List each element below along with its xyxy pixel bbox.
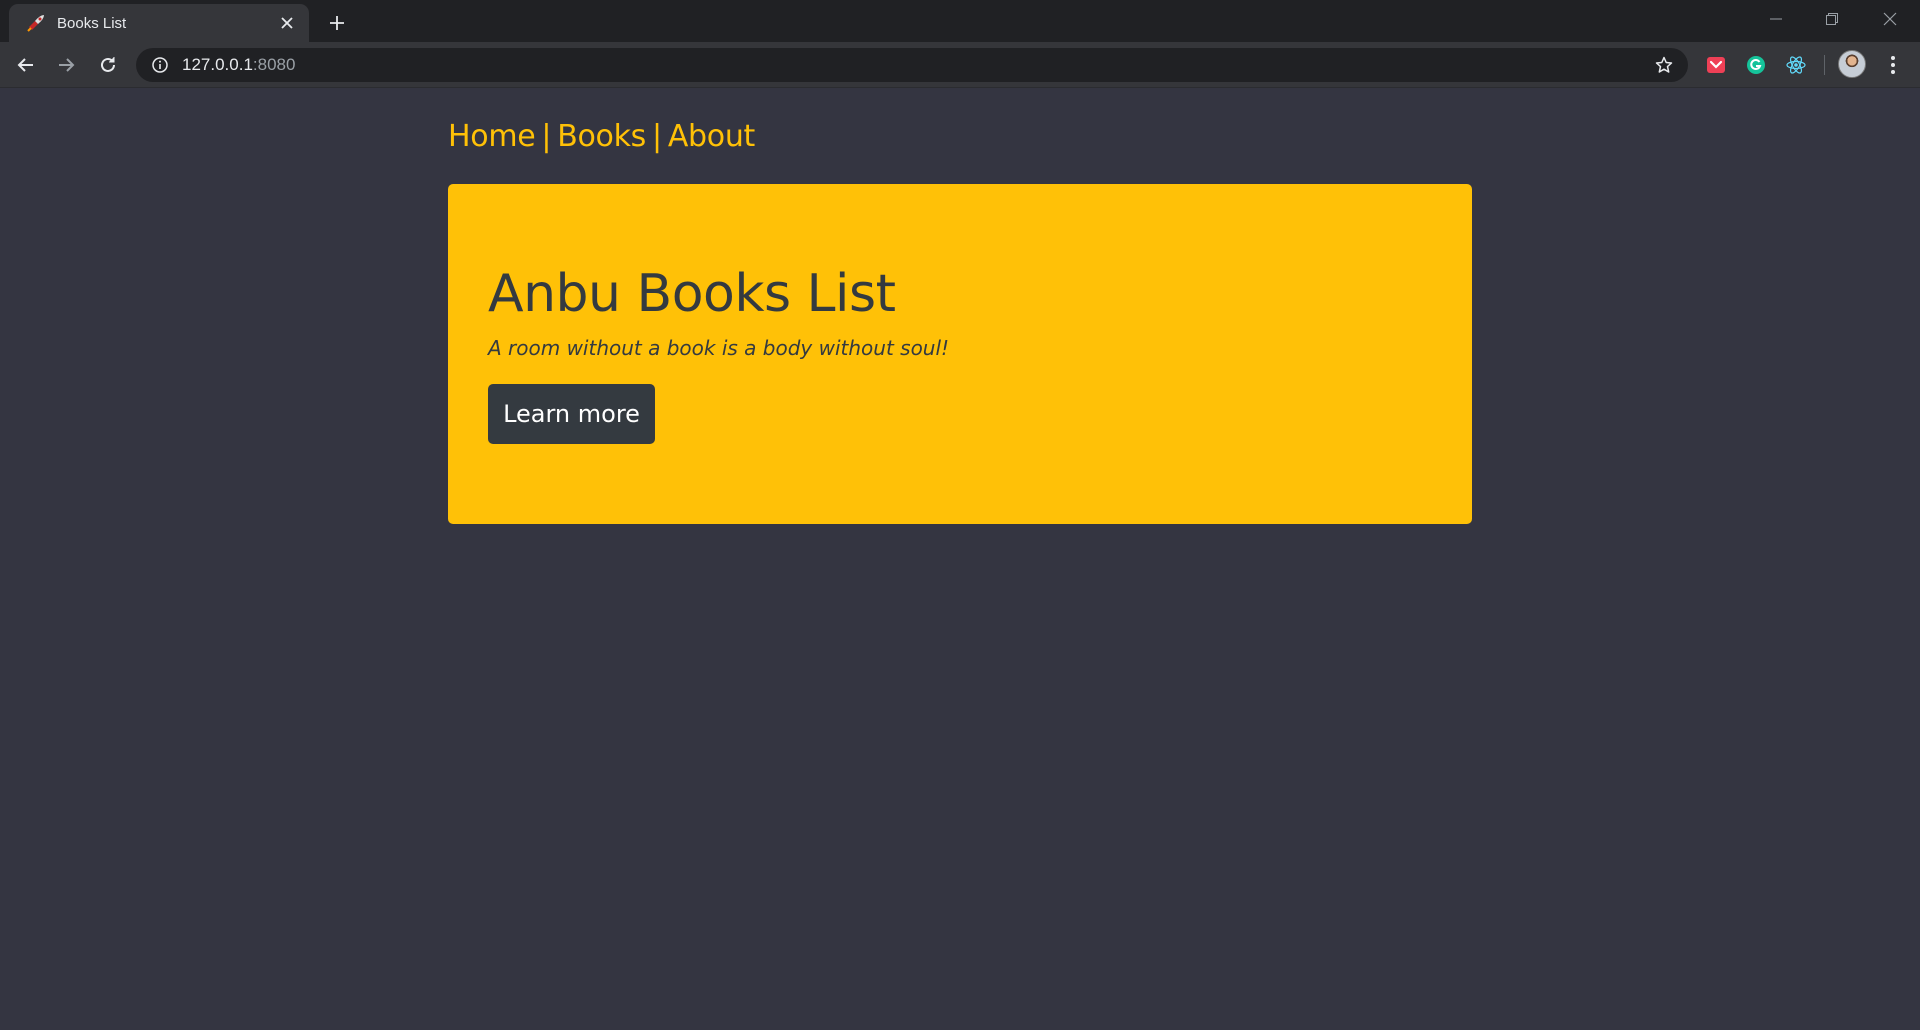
main-nav: Home | Books | About <box>448 119 755 154</box>
browser-tabstrip: Books List <box>0 0 1920 42</box>
nav-separator: | <box>652 119 662 154</box>
window-close-icon <box>1883 12 1897 26</box>
url-text[interactable]: 127.0.0.1:8080 <box>182 55 1650 75</box>
minimize-icon <box>1770 18 1782 20</box>
back-button[interactable] <box>10 49 42 81</box>
window-close-button[interactable] <box>1862 0 1918 38</box>
star-icon[interactable] <box>1650 51 1678 79</box>
url-port: :8080 <box>252 55 296 74</box>
restore-icon <box>1826 13 1838 25</box>
kebab-menu-icon <box>1891 56 1895 74</box>
arrow-right-icon <box>59 58 75 72</box>
nav-books-link[interactable]: Books <box>557 119 646 154</box>
plus-icon <box>330 16 344 30</box>
nav-about-link[interactable]: About <box>668 119 756 154</box>
reload-icon <box>101 57 115 72</box>
browser-toolbar: 127.0.0.1:8080 <box>0 42 1920 88</box>
hero-subtitle: A room without a book is a body without … <box>488 336 950 360</box>
address-bar[interactable]: 127.0.0.1:8080 <box>136 48 1688 82</box>
arrow-left-icon <box>17 58 33 72</box>
hero-title: Anbu Books List <box>488 264 896 324</box>
url-host: 127.0.0.1 <box>182 55 253 74</box>
tab-title: Books List <box>57 14 127 32</box>
browser-tab[interactable]: Books List <box>9 4 309 42</box>
close-icon[interactable] <box>275 11 299 35</box>
page-viewport: Home | Books | About Anbu Books List A room … <box>0 89 1920 1030</box>
react-devtools-icon[interactable] <box>1783 52 1809 78</box>
hero-jumbotron: Anbu Books List A room without a book is… <box>448 184 1472 524</box>
learn-more-button[interactable]: Learn more <box>488 384 655 444</box>
new-tab-button[interactable] <box>322 8 352 38</box>
reload-button[interactable] <box>92 49 124 81</box>
browser-menu-button[interactable] <box>1878 49 1908 81</box>
pocket-icon[interactable] <box>1703 52 1729 78</box>
restore-button[interactable] <box>1804 0 1860 38</box>
nav-home-link[interactable]: Home <box>448 119 536 154</box>
nav-separator: | <box>541 119 552 154</box>
minimize-button[interactable] <box>1748 0 1804 38</box>
toolbar-divider <box>1824 55 1825 75</box>
forward-button[interactable] <box>50 49 82 81</box>
grammarly-icon[interactable] <box>1743 52 1769 78</box>
rocket-icon <box>25 12 47 34</box>
info-icon[interactable] <box>150 55 170 75</box>
profile-avatar[interactable] <box>1838 50 1866 78</box>
